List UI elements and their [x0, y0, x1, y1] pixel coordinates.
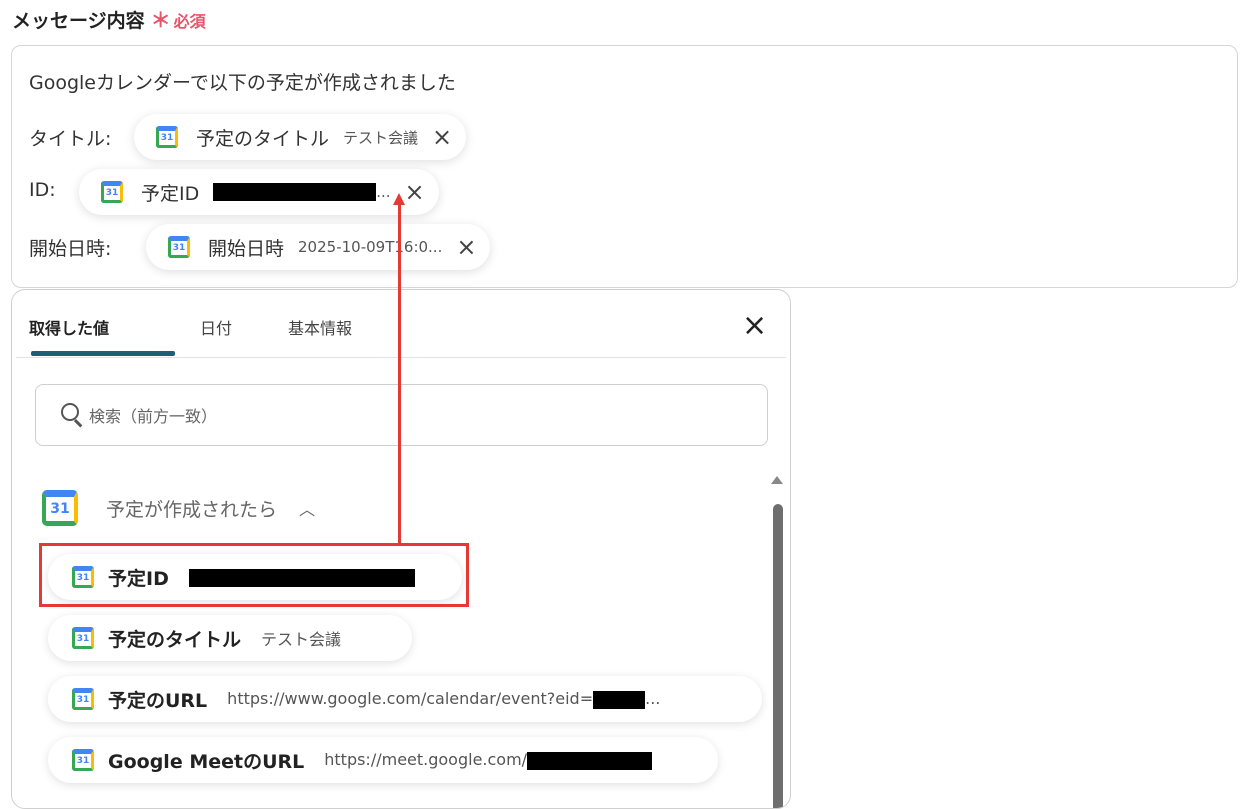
- section-header[interactable]: 31 予定が作成されたら ︿: [42, 490, 315, 526]
- google-calendar-icon: 31: [168, 236, 190, 258]
- editor-lead-text: Googleカレンダーで以下の予定が作成されました: [29, 72, 456, 94]
- search-input[interactable]: 検索（前方一致）: [35, 384, 768, 446]
- redaction: [593, 690, 646, 709]
- variable-chip-start[interactable]: 31 開始日時 2025-10-09T16:0... ×: [146, 224, 491, 270]
- active-tab-indicator: [31, 351, 175, 356]
- item-value-suffix: ...: [645, 689, 661, 709]
- search-placeholder: 検索（前方一致）: [89, 407, 218, 426]
- redaction: [527, 751, 653, 770]
- required-text: 必須: [173, 12, 206, 31]
- chip-name: 開始日時: [208, 237, 285, 260]
- annotation-arrow-line: [398, 205, 401, 544]
- chip-name: 予定のタイトル: [196, 127, 330, 150]
- tab-obtained-values[interactable]: 取得した値: [29, 315, 109, 339]
- google-calendar-icon: 31: [42, 490, 78, 526]
- google-calendar-icon: 31: [72, 749, 94, 771]
- chip-value: テスト会議: [343, 128, 419, 147]
- google-calendar-icon: 31: [72, 627, 94, 649]
- item-value: テスト会議: [261, 630, 342, 649]
- close-icon[interactable]: ×: [405, 180, 425, 204]
- required-asterisk: ＊: [150, 8, 171, 32]
- item-value-text: https://meet.google.com/: [324, 750, 528, 770]
- scrollbar-thumb[interactable]: [773, 504, 783, 808]
- redaction: [213, 183, 377, 202]
- chip-value: ...: [213, 182, 391, 202]
- variable-chip-id[interactable]: 31 予定ID ... ×: [79, 169, 439, 215]
- chip-name: 予定ID: [141, 182, 200, 205]
- item-name: 予定のタイトル: [108, 628, 242, 651]
- row-label-start: 開始日時:: [29, 238, 112, 260]
- list-item-meet-url[interactable]: 31 Google MeetのURL https://meet.google.c…: [48, 737, 718, 783]
- close-icon[interactable]: ×: [432, 125, 452, 149]
- tab-basic-info[interactable]: 基本情報: [288, 315, 352, 339]
- message-editor[interactable]: Googleカレンダーで以下の予定が作成されました タイトル: 31 予定のタイ…: [11, 45, 1238, 288]
- close-icon[interactable]: ×: [742, 311, 767, 341]
- item-value: https://www.google.com/calendar/event?ei…: [227, 689, 660, 709]
- row-label-id: ID:: [29, 179, 56, 201]
- item-name: 予定のURL: [108, 689, 208, 712]
- list-item-event-title[interactable]: 31 予定のタイトル テスト会議: [48, 615, 412, 661]
- annotation-highlight-box: [39, 543, 469, 607]
- field-label-text: メッセージ内容: [12, 10, 145, 32]
- chip-value-suffix: ...: [376, 182, 391, 201]
- close-icon[interactable]: ×: [456, 235, 476, 259]
- item-value: https://meet.google.com/: [324, 750, 653, 770]
- list-item-event-url[interactable]: 31 予定のURL https://www.google.com/calenda…: [48, 676, 762, 722]
- chevron-up-icon[interactable]: ︿: [299, 496, 315, 520]
- variable-chip-title[interactable]: 31 予定のタイトル テスト会議 ×: [134, 114, 467, 160]
- tab-divider: [16, 357, 786, 358]
- chip-value: 2025-10-09T16:0...: [298, 238, 443, 256]
- google-calendar-icon: 31: [72, 688, 94, 710]
- annotation-arrow-head: [393, 193, 405, 205]
- row-label-title: タイトル:: [29, 128, 112, 150]
- search-icon: [61, 403, 85, 427]
- item-name: Google MeetのURL: [108, 750, 305, 773]
- tab-date[interactable]: 日付: [200, 315, 232, 339]
- scroll-up-arrow-icon[interactable]: [771, 476, 783, 484]
- section-title: 予定が作成されたら: [106, 498, 278, 521]
- item-value-text: https://www.google.com/calendar/event?ei…: [227, 689, 594, 709]
- field-label: メッセージ内容＊必須: [12, 4, 206, 33]
- google-calendar-icon: 31: [156, 126, 178, 148]
- google-calendar-icon: 31: [101, 181, 123, 203]
